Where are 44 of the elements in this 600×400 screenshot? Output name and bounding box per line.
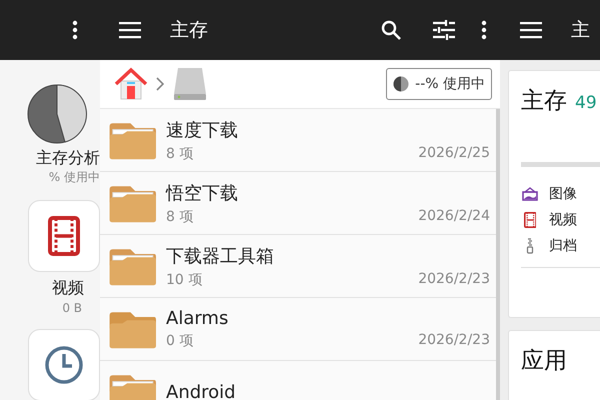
sliders-icon[interactable] xyxy=(433,20,455,40)
toolbar-title: 主 xyxy=(571,18,590,43)
modified-date: 2026/2/23 xyxy=(418,270,490,288)
house-icon[interactable] xyxy=(114,67,148,101)
scrollbar[interactable] xyxy=(496,109,500,400)
zipper-icon xyxy=(526,238,534,254)
category-label: 视频 xyxy=(52,278,84,299)
category-size: 0 B xyxy=(62,301,82,315)
folder-name: Android xyxy=(166,382,237,400)
item-count: 10 项 xyxy=(166,270,202,288)
folder-name: 速度下载 xyxy=(166,118,239,142)
modified-date: 2026/2/23 xyxy=(418,332,490,350)
category-label[interactable]: 归档 xyxy=(549,237,577,255)
storage-amount: 49 xyxy=(575,93,597,113)
chevron-right-icon xyxy=(156,77,164,91)
search-icon[interactable] xyxy=(381,20,401,40)
picture-frame-icon xyxy=(522,187,538,201)
modified-date: 2026/2/25 xyxy=(418,144,490,162)
modified-date: 2026/2/24 xyxy=(418,208,490,226)
film-strip-icon xyxy=(48,216,80,256)
toolbar-title: 主存 xyxy=(170,18,208,43)
category-tile[interactable] xyxy=(28,200,100,272)
menu-icon[interactable] xyxy=(119,21,141,39)
usage-text: % 使用中 xyxy=(48,169,100,186)
item-count: 8 项 xyxy=(166,208,194,226)
category-label[interactable]: 视频 xyxy=(549,211,577,229)
item-count: 8 项 xyxy=(166,144,194,162)
usage-button[interactable]: --% 使用中 xyxy=(386,68,492,100)
folder-name: 悟空下载 xyxy=(166,182,239,204)
item-count: 0 项 xyxy=(166,332,194,350)
folder-name: 下载器工具箱 xyxy=(166,244,275,268)
half-circle-icon xyxy=(393,76,410,92)
clock-icon xyxy=(44,345,84,385)
film-strip-icon xyxy=(524,212,536,228)
storage-title: 主存分析 xyxy=(36,148,100,169)
more-options-icon[interactable] xyxy=(72,20,78,40)
menu-icon[interactable] xyxy=(520,21,542,39)
more-options-icon[interactable] xyxy=(481,20,487,40)
category-label[interactable]: 图像 xyxy=(549,185,577,203)
folder-name: Alarms xyxy=(166,308,230,329)
card-title: 主存 xyxy=(521,87,567,116)
card-title: 应用 xyxy=(521,348,567,374)
pie-chart-drawing xyxy=(27,84,87,144)
category-tile[interactable] xyxy=(28,329,100,400)
